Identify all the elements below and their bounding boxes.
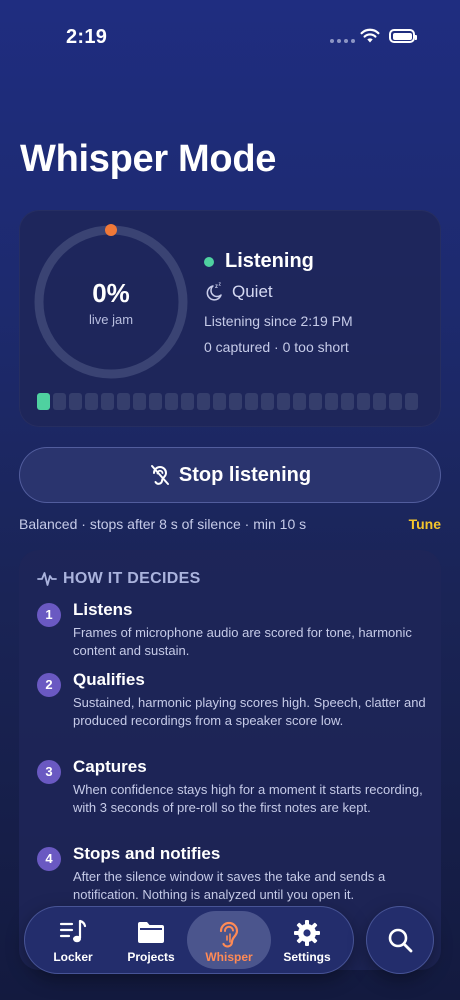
- listening-state: Listening: [204, 250, 314, 273]
- level-segment: [341, 393, 354, 410]
- waveform-pulse-icon: [37, 572, 57, 586]
- stop-listening-label: Stop listening: [178, 463, 312, 486]
- level-segment-active: [37, 393, 50, 410]
- step-description: After the silence window it saves the ta…: [73, 869, 386, 902]
- state-label: Listening: [225, 250, 314, 272]
- level-segment: [373, 393, 386, 410]
- ring-label: live jam: [88, 312, 134, 327]
- level-segment: [117, 393, 130, 410]
- ear-icon: [219, 921, 239, 948]
- mode-summary: Balanced · stops after 8 s of silence · …: [19, 516, 307, 532]
- level-segment: [85, 393, 98, 410]
- level-segment: [165, 393, 178, 410]
- level-segment: [261, 393, 274, 410]
- cellular-signal-icon: [330, 39, 355, 43]
- level-segment: [325, 393, 338, 410]
- moon-sleep-icon: z z: [206, 282, 222, 301]
- step-number-badge: 1: [37, 603, 61, 627]
- search-icon: [388, 928, 413, 953]
- progress-ring-indicator: [105, 224, 117, 236]
- tune-button[interactable]: Tune: [409, 516, 441, 532]
- gear-icon: [294, 920, 320, 946]
- level-segment: [245, 393, 258, 410]
- status-bar: 2:19: [0, 0, 460, 60]
- step-description: Sustained, harmonic playing scores high.…: [73, 695, 426, 728]
- how-it-decides-header: HOW IT DECIDES: [37, 570, 201, 588]
- level-segment: [101, 393, 114, 410]
- tab-label: Locker: [53, 950, 93, 964]
- page-title: Whisper Mode: [20, 138, 277, 180]
- battery-icon: [389, 29, 417, 43]
- level-segment: [69, 393, 82, 410]
- ring-value: 0%: [92, 278, 130, 308]
- listening-dot-icon: [204, 256, 214, 267]
- capture-counts: 0 captured · 0 too short: [204, 339, 349, 355]
- level-segment: [357, 393, 370, 410]
- level-segment: [149, 393, 162, 410]
- level-segment: [405, 393, 418, 410]
- tab-locker[interactable]: Locker: [31, 911, 115, 969]
- level-meter: [37, 393, 418, 410]
- tab-projects[interactable]: Projects: [109, 911, 193, 969]
- step-title: Captures: [73, 757, 147, 776]
- step-number-badge: 2: [37, 673, 61, 697]
- listening-status-card: 0% live jam Listening z z Quiet Listenin…: [19, 210, 441, 427]
- svg-text:z: z: [219, 282, 222, 288]
- ambience-label: Quiet: [232, 282, 273, 301]
- level-segment: [389, 393, 402, 410]
- level-segment: [213, 393, 226, 410]
- step-title: Listens: [73, 600, 133, 619]
- stop-listening-button[interactable]: Stop listening: [19, 447, 441, 503]
- status-time: 2:19: [66, 26, 108, 48]
- step-title: Qualifies: [73, 670, 145, 689]
- step-description: Frames of microphone audio are scored fo…: [73, 625, 412, 658]
- wifi-icon: [360, 28, 380, 43]
- step-description: When confidence stays high for a moment …: [73, 782, 423, 815]
- level-segment: [277, 393, 290, 410]
- tab-label: Projects: [127, 950, 175, 964]
- tab-label: Settings: [283, 950, 331, 964]
- level-segment: [133, 393, 146, 410]
- level-segment: [181, 393, 194, 410]
- level-segment: [53, 393, 66, 410]
- tab-settings[interactable]: Settings: [265, 911, 349, 969]
- tab-bar: Locker Projects Whisper Settings: [24, 906, 354, 974]
- search-button[interactable]: [366, 906, 434, 974]
- folder-icon: [138, 922, 164, 943]
- level-segment: [229, 393, 242, 410]
- ambience-state: z z Quiet: [204, 282, 273, 302]
- step-number-badge: 3: [37, 760, 61, 784]
- level-segment: [309, 393, 322, 410]
- level-segment: [293, 393, 306, 410]
- tab-label: Whisper: [205, 950, 253, 964]
- step-number-badge: 4: [37, 847, 61, 871]
- listening-since: Listening since 2:19 PM: [204, 313, 353, 329]
- tab-whisper[interactable]: Whisper: [187, 911, 271, 969]
- ear-slash-icon: [150, 465, 169, 485]
- step-title: Stops and notifies: [73, 844, 221, 863]
- music-list-icon: [59, 919, 87, 943]
- level-segment: [197, 393, 210, 410]
- how-it-decides-heading: HOW IT DECIDES: [63, 570, 201, 587]
